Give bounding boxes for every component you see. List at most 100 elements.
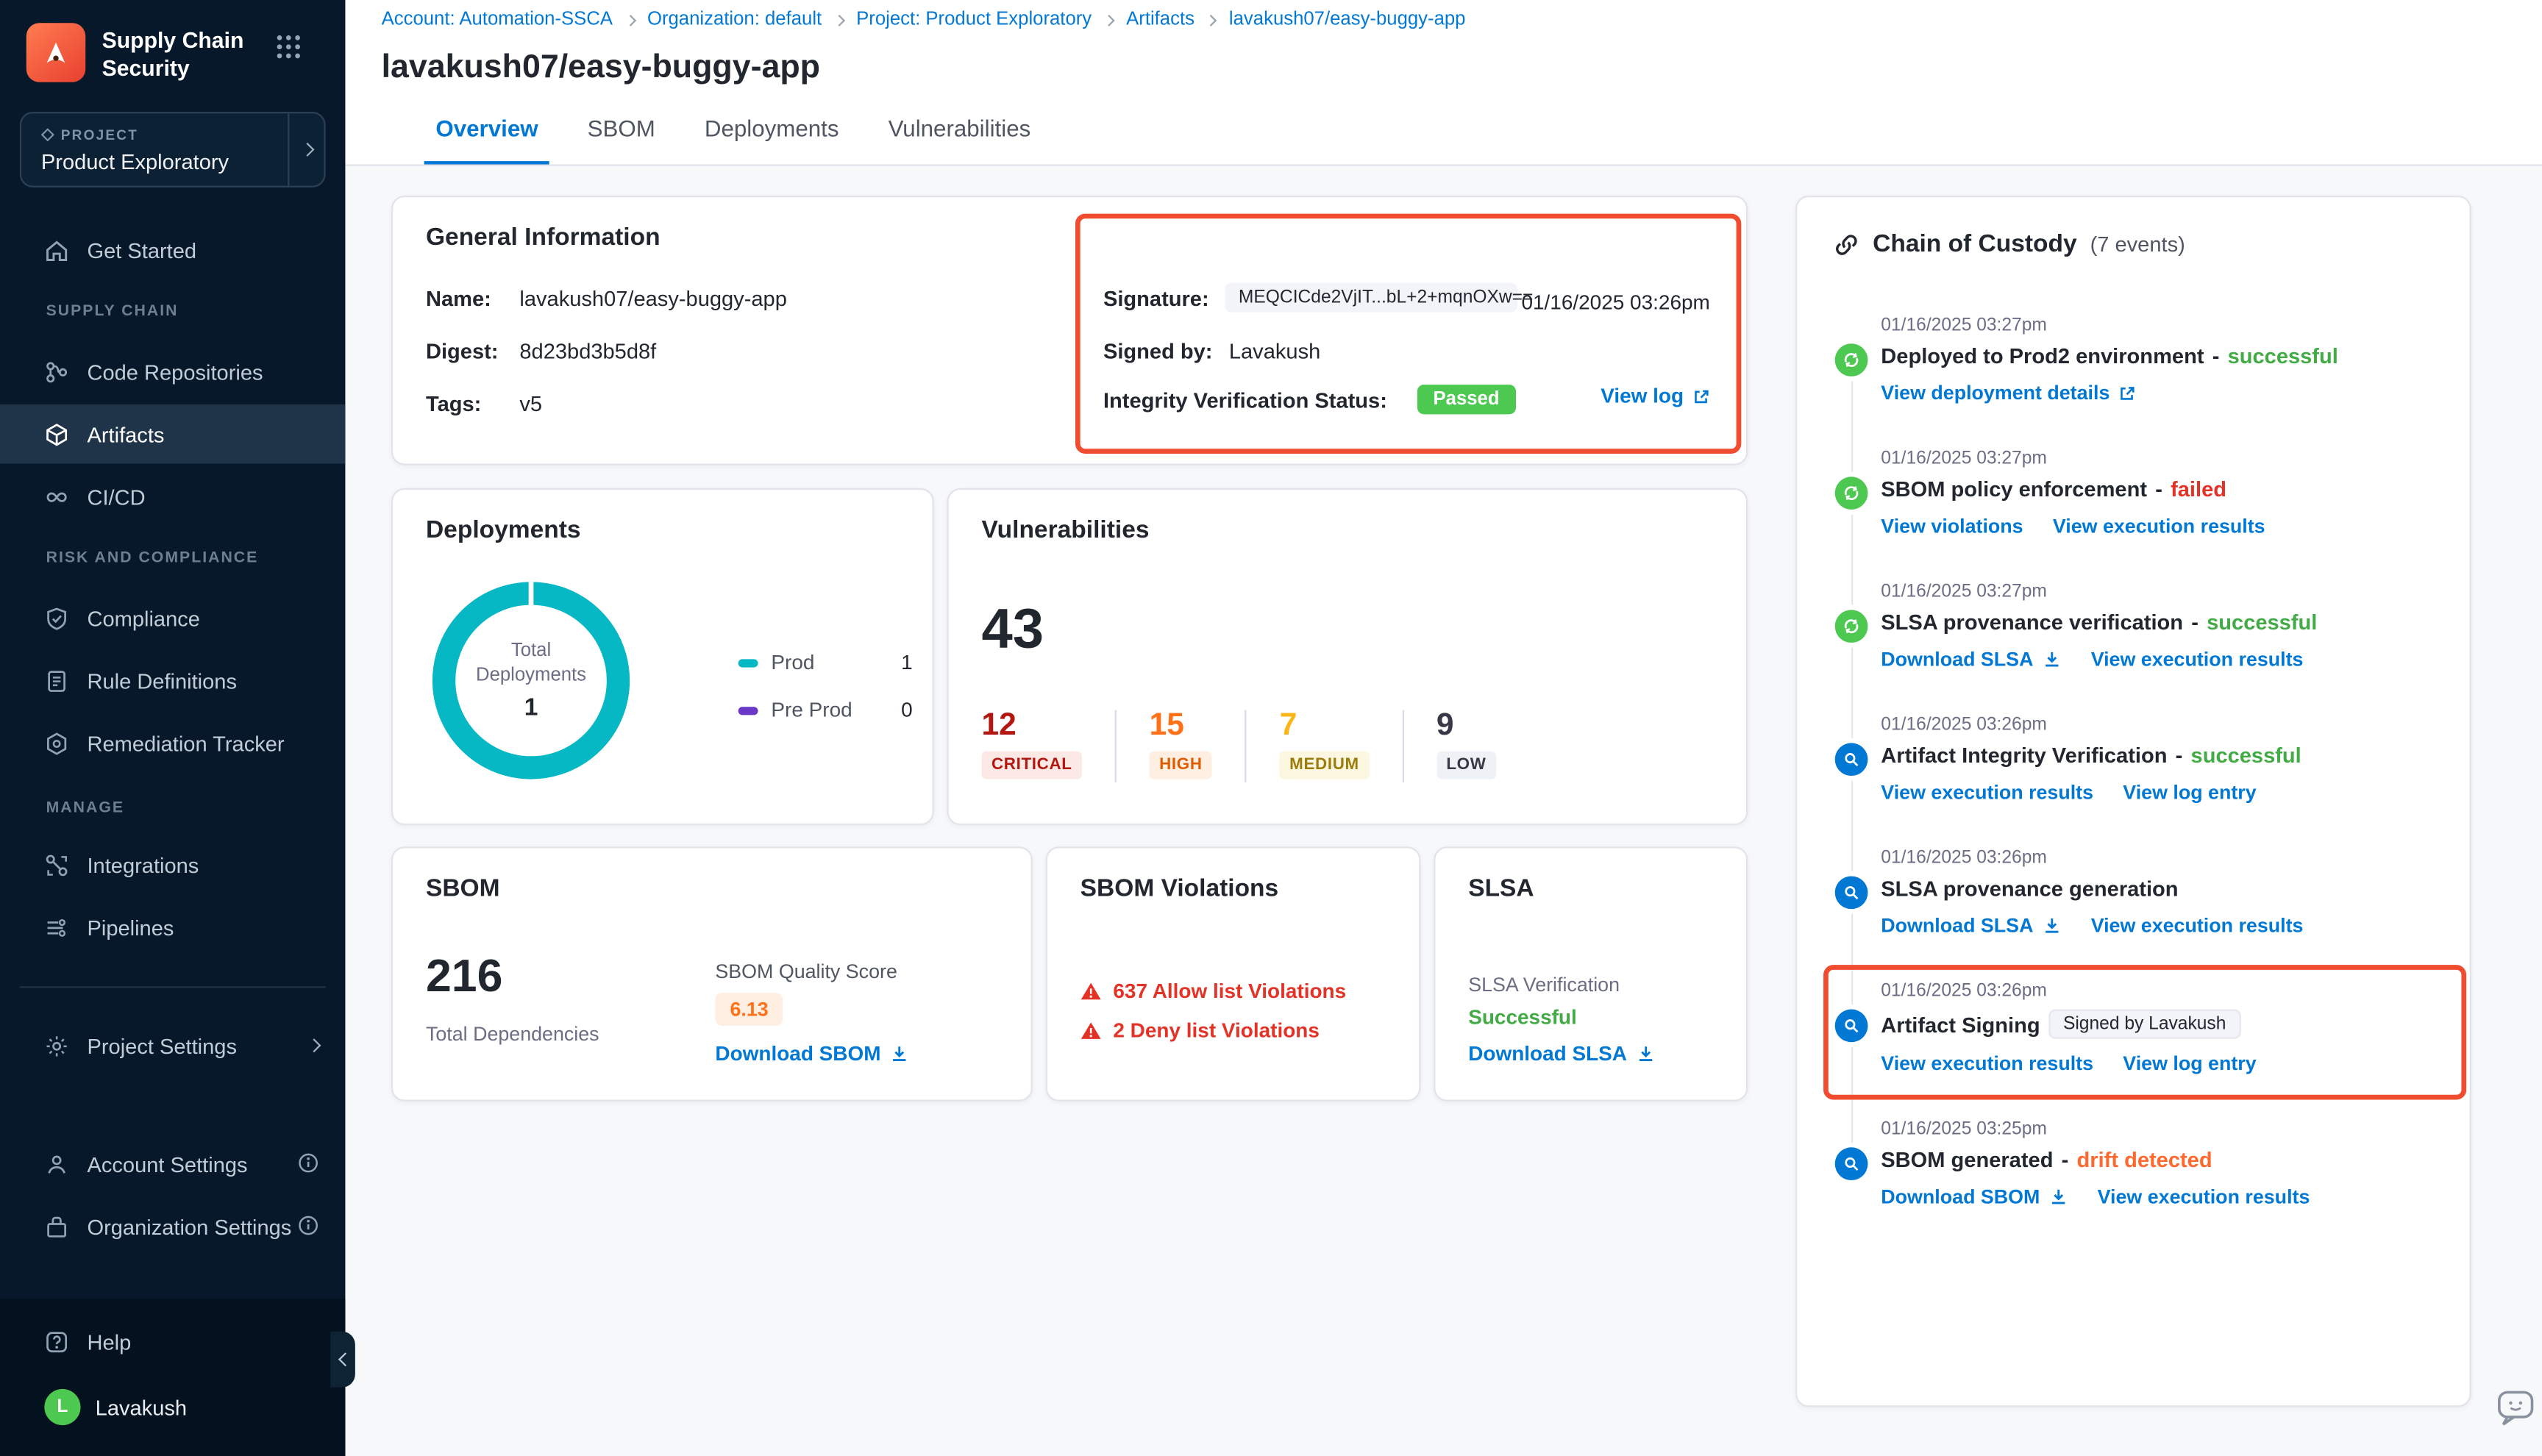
- sbom-quality-label: SBOM Quality Score: [715, 960, 897, 982]
- sidebar-item-organization-settings[interactable]: Organization Settings: [0, 1196, 345, 1255]
- pre-prod-marker: [738, 706, 758, 714]
- breadcrumb-project[interactable]: Project: Product Exploratory: [856, 10, 1092, 29]
- event-title: SLSA provenance verification: [1881, 610, 2183, 635]
- grid-icon[interactable]: [277, 35, 302, 60]
- tags-value: v5: [519, 391, 542, 416]
- view-violations-link[interactable]: View violations: [1881, 515, 2023, 538]
- event-timestamp: 01/16/2025 03:26pm: [1881, 715, 2433, 735]
- view-execution-results-link[interactable]: View execution results: [2091, 914, 2304, 937]
- app-logo-glyph: [38, 35, 74, 71]
- sidebar-collapse-handle[interactable]: [330, 1332, 355, 1388]
- tab-overview[interactable]: Overview: [411, 92, 563, 164]
- download-slsa-link[interactable]: Download SLSA: [1881, 648, 2061, 671]
- sidebar-item-help[interactable]: Help: [0, 1312, 345, 1371]
- sidebar-item-artifacts[interactable]: Artifacts: [0, 404, 345, 463]
- sidebar-item-label: Code Repositories: [87, 359, 263, 384]
- view-execution-results-link[interactable]: View execution results: [2091, 648, 2304, 671]
- compliance-icon: [44, 606, 69, 631]
- view-log-entry-link[interactable]: View log entry: [2123, 781, 2256, 804]
- card-title: SLSA: [1468, 874, 1534, 902]
- remediation-icon: [44, 731, 69, 756]
- sbom-quality-score: 6.13: [715, 993, 783, 1026]
- high-count: 15: [1150, 710, 1212, 741]
- download-slsa-link[interactable]: Download SLSA: [1468, 1042, 1655, 1065]
- repo-icon: [44, 359, 69, 384]
- chevron-right-icon: [624, 14, 636, 26]
- user-name: Lavakush: [96, 1395, 187, 1420]
- scan-event-icon: [1835, 1147, 1868, 1180]
- sidebar-item-cicd[interactable]: CI/CD: [0, 467, 345, 526]
- tab-deployments[interactable]: Deployments: [680, 92, 864, 164]
- download-icon: [1635, 1043, 1655, 1063]
- tags-label: Tags:: [426, 391, 503, 416]
- divider: [1115, 710, 1117, 782]
- sidebar-divider: [20, 986, 326, 988]
- event-count: (7 events): [2090, 232, 2185, 257]
- allow-list-violations-link[interactable]: 637 Allow list Violations: [1080, 979, 1347, 1002]
- sidebar-item-project-settings[interactable]: Project Settings: [0, 1016, 345, 1074]
- deployment-event-icon: [1835, 477, 1868, 510]
- chevron-right-icon: [307, 1038, 321, 1052]
- dash: -: [2155, 477, 2162, 502]
- download-sbom-link[interactable]: Download SBOM: [715, 1042, 908, 1065]
- view-execution-results-link[interactable]: View execution results: [2098, 1185, 2310, 1208]
- event-status: successful: [2228, 343, 2338, 368]
- digest-label: Digest:: [426, 338, 503, 363]
- deployments-card: Deployments Total Deployments 1 Prod: [391, 488, 934, 825]
- custody-event-artifact-signing: 01/16/2025 03:26pm Artifact Signing Sign…: [1833, 982, 2433, 1075]
- chevron-right-icon: [833, 14, 845, 26]
- custody-event-sbom-generated: 01/16/2025 03:25pm SBOM generated - drif…: [1833, 1119, 2433, 1208]
- tab-vulnerabilities[interactable]: Vulnerabilities: [864, 92, 1055, 164]
- organization-icon: [44, 1214, 69, 1239]
- view-log-entry-link[interactable]: View log entry: [2123, 1052, 2256, 1075]
- event-title: Artifact Integrity Verification: [1881, 743, 2167, 768]
- integrity-status-label: Integrity Verification Status:: [1103, 387, 1387, 412]
- sidebar-item-compliance[interactable]: Compliance: [0, 588, 345, 647]
- sidebar-item-get-started[interactable]: Get Started: [0, 221, 345, 279]
- sidebar-item-integrations[interactable]: Integrations: [0, 835, 345, 894]
- deployments-legend: Prod 1 Pre Prod 0: [738, 651, 913, 746]
- card-title: SBOM Violations: [1080, 874, 1279, 902]
- app-logo[interactable]: [26, 23, 85, 82]
- sidebar-item-account-settings[interactable]: Account Settings: [0, 1134, 345, 1193]
- sidebar-item-pipelines[interactable]: Pipelines: [0, 898, 345, 957]
- project-selector[interactable]: PROJECT Product Exploratory: [20, 112, 326, 188]
- view-log-link[interactable]: View log: [1601, 385, 1710, 407]
- view-deployment-details-link[interactable]: View deployment details: [1881, 382, 2136, 404]
- sidebar-item-code-repositories[interactable]: Code Repositories: [0, 342, 345, 401]
- chat-bubble-icon[interactable]: [2494, 1385, 2537, 1428]
- sidebar-bottom: Help L Lavakush: [0, 1299, 345, 1456]
- breadcrumb-account[interactable]: Account: Automation-SSCA: [382, 10, 613, 29]
- breadcrumb-current[interactable]: lavakush07/easy-buggy-app: [1229, 10, 1466, 29]
- help-icon: [44, 1329, 69, 1354]
- download-sbom-link[interactable]: Download SBOM: [1881, 1185, 2068, 1208]
- severity-critical: 12 CRITICAL: [982, 710, 1082, 779]
- deny-list-violations-link[interactable]: 2 Deny list Violations: [1080, 1019, 1320, 1042]
- slsa-status: Successful: [1468, 1006, 1577, 1029]
- main-area: Account: Automation-SSCA Organization: d…: [345, 0, 2541, 1456]
- dash: -: [2191, 610, 2199, 635]
- view-execution-results-link[interactable]: View execution results: [2053, 515, 2265, 538]
- view-execution-results-link[interactable]: View execution results: [1881, 781, 2093, 804]
- divider: [1245, 710, 1247, 782]
- donut-center-label: Total Deployments: [463, 640, 598, 689]
- integrations-icon: [44, 852, 69, 877]
- divider: [1402, 710, 1403, 782]
- breadcrumb-artifacts[interactable]: Artifacts: [1126, 10, 1195, 29]
- download-slsa-link[interactable]: Download SLSA: [1881, 914, 2061, 937]
- tab-sbom[interactable]: SBOM: [563, 92, 680, 164]
- card-title: Deployments: [426, 516, 581, 544]
- prod-marker: [738, 658, 758, 666]
- view-execution-results-link[interactable]: View execution results: [1881, 1052, 2093, 1075]
- warning-icon: [1080, 982, 1102, 1002]
- name-label: Name:: [426, 286, 503, 311]
- sidebar-item-remediation-tracker[interactable]: Remediation Tracker: [0, 713, 345, 772]
- event-status: successful: [2207, 610, 2317, 635]
- user-menu[interactable]: L Lavakush: [0, 1377, 345, 1436]
- vulnerabilities-total: 43: [982, 599, 1044, 663]
- breadcrumb-organization[interactable]: Organization: default: [647, 10, 822, 29]
- severity-breakdown: 12 CRITICAL 15 HIGH 7 MEDIUM: [982, 710, 1496, 782]
- card-title: SBOM: [426, 874, 500, 902]
- sidebar-item-rule-definitions[interactable]: Rule Definitions: [0, 651, 345, 710]
- event-title: SLSA provenance generation: [1881, 876, 2178, 901]
